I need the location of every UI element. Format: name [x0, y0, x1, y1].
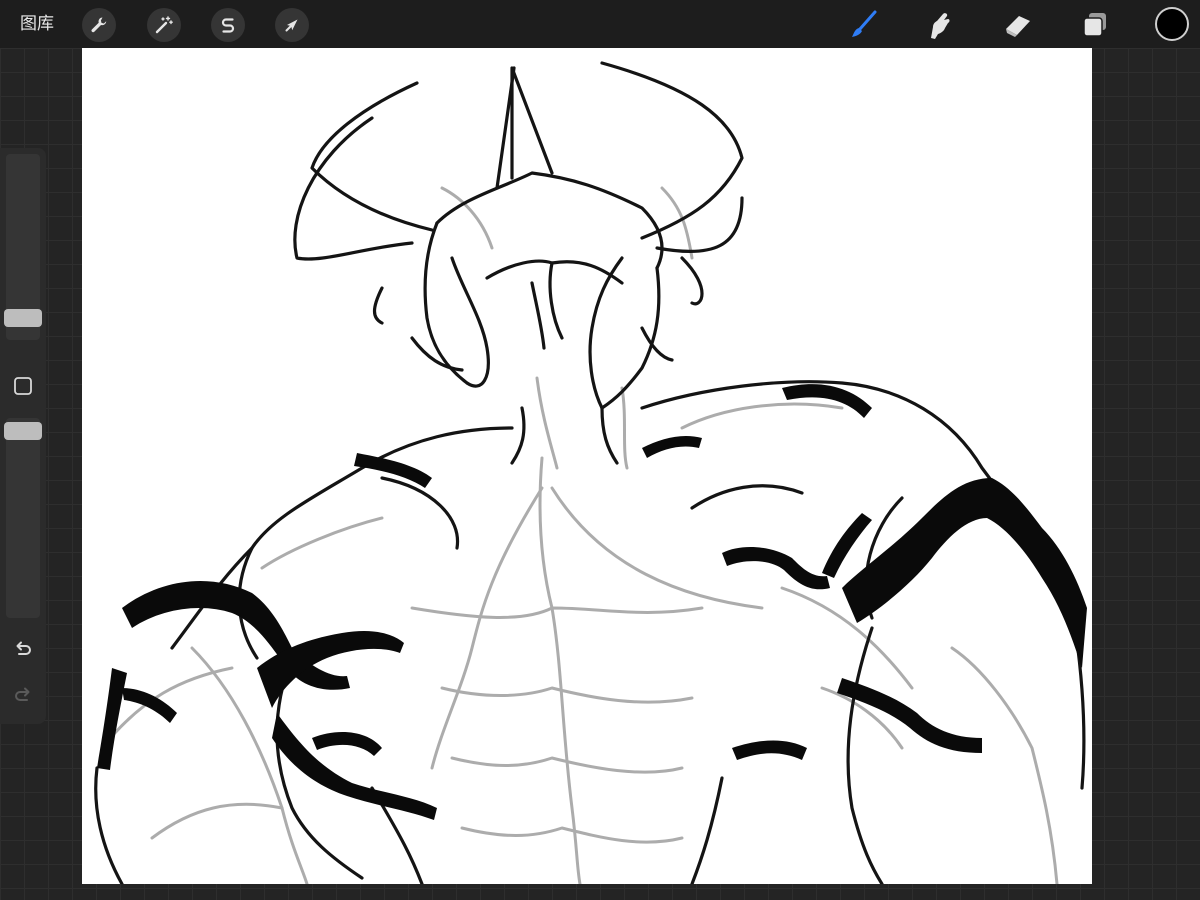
undo-button[interactable] — [11, 637, 35, 661]
layers-button[interactable] — [1075, 5, 1115, 45]
drawing-canvas[interactable] — [82, 48, 1092, 884]
undo-arrow-icon — [16, 641, 31, 655]
selection-s-icon — [221, 18, 235, 33]
brush-opacity-slider[interactable] — [6, 418, 40, 618]
adjustments-button[interactable] — [147, 8, 181, 42]
top-toolbar: 图库 — [0, 0, 1200, 48]
gallery-button[interactable]: 图库 — [20, 13, 54, 35]
layers-icon — [1083, 13, 1106, 37]
left-sidebar — [0, 148, 46, 724]
square-icon — [14, 377, 32, 395]
actions-button[interactable] — [82, 8, 116, 42]
wrench-icon — [91, 17, 107, 33]
selection-button[interactable] — [211, 8, 245, 42]
modify-button[interactable] — [12, 375, 34, 397]
procreate-app: 图库 — [0, 0, 1200, 900]
transform-button[interactable] — [275, 8, 309, 42]
eraser-tool-button[interactable] — [998, 5, 1038, 45]
brush-opacity-thumb[interactable] — [4, 421, 42, 440]
arrow-cursor-icon — [285, 19, 298, 32]
brush-tool-button[interactable] — [843, 5, 883, 45]
magic-wand-icon — [155, 16, 173, 34]
redo-button[interactable] — [11, 683, 35, 707]
color-picker-button[interactable] — [1155, 7, 1189, 41]
smudge-tool-button[interactable] — [920, 5, 960, 45]
redo-arrow-icon — [15, 687, 30, 701]
brush-size-thumb[interactable] — [4, 308, 42, 327]
sketch-artwork — [94, 61, 1087, 884]
eraser-icon — [1006, 16, 1030, 37]
brush-icon — [852, 10, 877, 37]
smudge-finger-icon — [931, 13, 950, 39]
